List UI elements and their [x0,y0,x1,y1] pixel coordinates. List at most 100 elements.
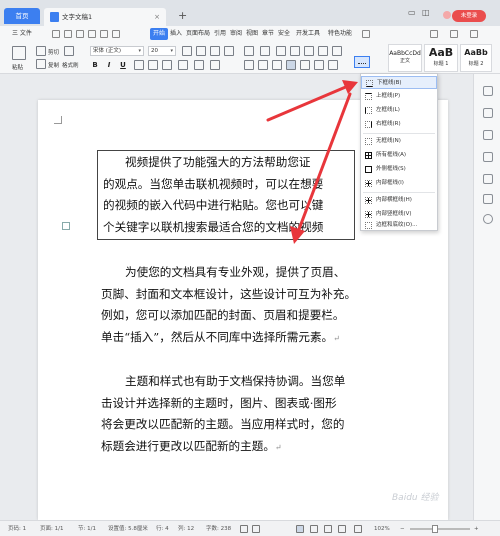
font-color-icon[interactable] [178,60,188,70]
reading-view-icon[interactable] [338,525,346,533]
grow-font-icon[interactable] [182,46,192,56]
menu-item-inside-borders[interactable]: 内部框线(I) [361,177,437,190]
help-icon[interactable] [483,214,493,224]
cut-icon[interactable] [36,46,46,56]
select-icon[interactable] [483,86,493,96]
menu-item-bottom-border[interactable]: 下框线(B) [361,76,437,89]
menu-item-inside-horizontal[interactable]: 内部横框线(H) [361,194,437,207]
export-icon[interactable] [64,30,72,38]
status-words[interactable]: 字数: 238 [206,521,231,536]
shrink-font-icon[interactable] [196,46,206,56]
status-column[interactable]: 列: 12 [178,521,194,536]
paragraph-1[interactable]: 视频提供了功能强大的方法帮助您证 的观点。当您单击联机视频时，可以在想要 的视频… [103,152,323,238]
menu-insert[interactable]: 插入 [170,26,182,42]
outline-view-icon[interactable] [310,525,318,533]
clear-format-icon[interactable] [210,46,220,56]
status-pages[interactable]: 页面: 1/1 [40,521,63,536]
highlight-icon[interactable] [194,60,204,70]
phonetic-icon[interactable] [224,46,234,56]
cloud-icon[interactable] [430,30,438,38]
print-icon[interactable] [76,30,84,38]
border-button[interactable] [354,56,370,68]
document-tab[interactable]: 文字文稿1 × [44,8,166,26]
menu-features[interactable]: 特色功能 [328,26,352,42]
cut-label[interactable]: 剪切 [48,48,59,56]
style-heading-2[interactable]: AaBb 标题 2 [460,44,492,72]
menu-item-all-borders[interactable]: 所有框线(A) [361,149,437,162]
redo-icon[interactable] [112,30,120,38]
zoom-in-icon[interactable]: + [474,521,479,536]
skin-icon[interactable]: ◫ [422,8,430,17]
menu-layout[interactable]: 页面布局 [186,26,210,42]
align-right-icon[interactable] [272,60,282,70]
bold-button[interactable]: B [90,60,100,70]
subscript-icon[interactable] [162,60,172,70]
distribute-icon[interactable] [300,60,310,70]
home-tab[interactable]: 首页 [4,8,40,24]
properties-icon[interactable] [483,108,493,118]
chinese-layout-icon[interactable] [304,46,314,56]
spellcheck-icon[interactable] [240,525,248,533]
format-painter-label[interactable]: 格式刷 [62,61,79,69]
menu-item-top-border[interactable]: 上框线(P) [361,90,437,103]
italic-button[interactable]: I [104,60,114,70]
page-view-icon[interactable] [296,525,304,533]
zoom-slider-handle[interactable] [432,525,438,533]
decrease-indent-icon[interactable] [276,46,286,56]
show-marks-icon[interactable] [332,46,342,56]
share-icon[interactable] [450,30,458,38]
superscript-icon[interactable] [148,60,158,70]
menu-item-borders-shading[interactable]: 边框和底纹(O)... [361,220,437,231]
preview-icon[interactable] [88,30,96,38]
cursor-icon[interactable] [483,152,493,162]
undo-icon[interactable] [100,30,108,38]
status-position[interactable]: 设置值: 5.8厘米 [108,521,148,536]
web-view-icon[interactable] [324,525,332,533]
copy-label[interactable]: 复制 [48,61,59,69]
share-doc-icon[interactable] [483,194,493,204]
search-icon[interactable] [362,30,370,38]
menu-home[interactable]: 开始 [150,28,169,40]
status-line[interactable]: 行: 4 [156,521,169,536]
file-menu[interactable]: 三 文件 [12,26,32,42]
bullet-list-icon[interactable] [244,46,254,56]
numbered-list-icon[interactable] [260,46,270,56]
close-tab-icon[interactable]: × [154,8,160,26]
more-icon[interactable] [470,30,478,38]
login-button[interactable]: 未登录 [452,10,486,22]
menu-references[interactable]: 引用 [214,26,226,42]
zoom-out-icon[interactable]: − [400,521,405,536]
font-size-select[interactable]: 20 ▾ [148,46,176,56]
paragraph-2[interactable]: 为使您的文档具有专业外观，提供了页眉、 页脚、封面和文本框设计，这些设计可互为补… [101,262,356,349]
increase-indent-icon[interactable] [290,46,300,56]
paragraph-3[interactable]: 主题和样式也有助于文档保持协调。当您单 击设计并选择新的主题时，图片、图表或·图… [101,371,345,458]
align-left-icon[interactable] [244,60,254,70]
font-name-select[interactable]: 宋体 (正文) ▾ [90,46,144,56]
status-section[interactable]: 节: 1/1 [78,521,96,536]
shading-icon[interactable] [328,60,338,70]
style-normal[interactable]: AaBbCcDd 正文 [388,44,422,72]
strikethrough-icon[interactable] [134,60,144,70]
style-heading-1[interactable]: AaB 标题 1 [424,44,458,72]
menu-developer[interactable]: 开发工具 [296,26,320,42]
justify-icon[interactable] [286,60,296,70]
sort-icon[interactable] [318,46,328,56]
format-painter-icon[interactable] [64,46,74,56]
menu-security[interactable]: 安全 [278,26,290,42]
menu-item-right-border[interactable]: 右框线(R) [361,118,437,131]
paragraph-handle-icon[interactable] [62,222,70,230]
eye-protect-icon[interactable] [354,525,362,533]
new-tab-button[interactable]: + [178,9,187,22]
pen-icon[interactable] [483,130,493,140]
paste-icon[interactable] [12,46,26,60]
menu-review[interactable]: 审阅 [230,26,242,42]
menu-chapter[interactable]: 章节 [262,26,274,42]
menu-item-outside-borders[interactable]: 外侧框线(S) [361,163,437,176]
char-border-icon[interactable] [210,60,220,70]
menu-view[interactable]: 视图 [246,26,258,42]
align-center-icon[interactable] [258,60,268,70]
copy-icon[interactable] [36,59,46,69]
zoom-slider[interactable] [410,528,470,530]
layout-icon[interactable]: ▭ [408,8,416,17]
doc-check-icon[interactable] [252,525,260,533]
